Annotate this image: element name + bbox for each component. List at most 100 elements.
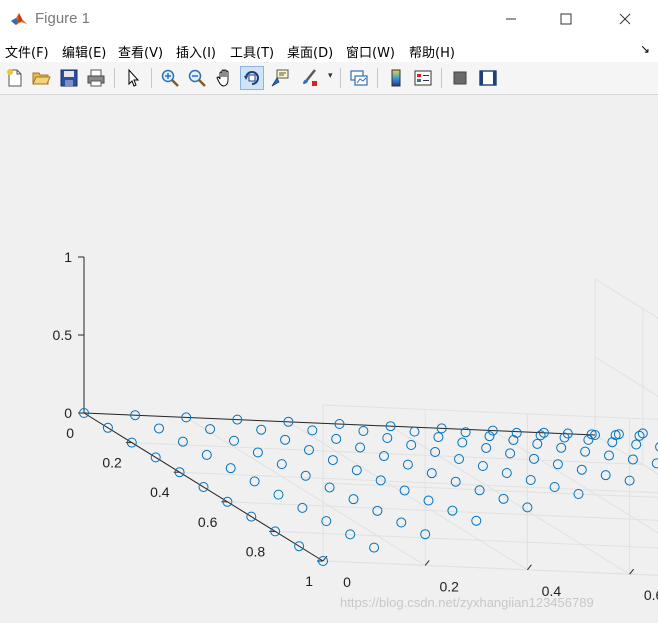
data-point[interactable] — [249, 476, 260, 487]
data-point[interactable] — [426, 468, 437, 479]
data-point[interactable] — [406, 440, 417, 450]
show-plot-tools-button[interactable] — [476, 66, 500, 90]
data-point[interactable] — [154, 423, 164, 434]
rotate-3d-button[interactable] — [240, 66, 264, 90]
menu-insert[interactable]: 插入(I) — [176, 42, 216, 61]
menu-desktop[interactable]: 桌面(D) — [287, 42, 333, 61]
data-point[interactable] — [351, 465, 362, 476]
menu-file[interactable]: 文件(F) — [5, 42, 49, 61]
legend-icon — [414, 70, 432, 86]
data-point[interactable] — [379, 451, 389, 462]
data-point[interactable] — [501, 468, 512, 478]
print-button[interactable] — [84, 66, 108, 90]
minimize-button[interactable] — [488, 0, 534, 38]
zoom-out-button[interactable] — [185, 66, 209, 90]
zoom-in-icon — [161, 69, 179, 87]
grid-line — [185, 416, 426, 566]
brush-button[interactable] — [297, 66, 321, 90]
edit-plot-icon — [128, 68, 140, 87]
new-figure-icon — [7, 69, 22, 87]
data-point[interactable] — [372, 505, 383, 516]
data-point[interactable] — [382, 433, 393, 443]
data-point[interactable] — [324, 482, 335, 493]
title-bar[interactable]: Figure 1 — [0, 0, 658, 38]
zoom-in-button[interactable] — [158, 66, 182, 90]
data-point[interactable] — [532, 438, 543, 449]
data-point[interactable] — [358, 426, 369, 436]
menu-help[interactable]: 帮助(H) — [409, 42, 455, 61]
grid-line — [322, 560, 658, 576]
brush-dropdown-arrow-icon[interactable]: ▾ — [328, 71, 333, 81]
menu-window[interactable]: 窗口(W) — [346, 42, 395, 61]
data-point[interactable] — [348, 494, 359, 505]
data-point[interactable] — [631, 439, 642, 450]
data-point[interactable] — [201, 449, 212, 460]
data-point[interactable] — [454, 454, 464, 464]
menu-tools[interactable]: 工具(T) — [230, 42, 274, 61]
data-point[interactable] — [396, 517, 407, 528]
legend-button[interactable] — [411, 66, 435, 90]
data-point[interactable] — [229, 435, 239, 446]
colorbar-button[interactable] — [384, 66, 408, 90]
data-point[interactable] — [256, 424, 267, 435]
open-file-button[interactable] — [29, 66, 53, 90]
edit-plot-button[interactable] — [121, 66, 145, 90]
link-plot-button[interactable] — [347, 66, 371, 90]
data-point[interactable] — [651, 458, 658, 469]
data-point[interactable] — [549, 482, 560, 492]
y-tick-label: 1 — [305, 573, 313, 589]
data-point[interactable] — [225, 463, 236, 474]
colorbar-icon — [391, 69, 401, 87]
data-point[interactable] — [280, 434, 291, 445]
y-tick-label: 0.2 — [102, 455, 122, 471]
x-tick — [629, 568, 634, 575]
scatter3-plot[interactable]: 00.20.40.60.8100.20.40.60.8100.51 — [0, 95, 658, 623]
grid-line — [275, 530, 658, 549]
data-point[interactable] — [327, 455, 338, 466]
y-axis-line — [83, 412, 324, 562]
data-point[interactable] — [471, 515, 482, 526]
save-button[interactable] — [57, 66, 81, 90]
grid-line — [179, 471, 658, 494]
data-point[interactable] — [604, 450, 614, 461]
data-point[interactable] — [477, 461, 488, 471]
data-point[interactable] — [511, 427, 522, 438]
data-point[interactable] — [450, 476, 461, 487]
new-figure-button[interactable] — [3, 66, 27, 90]
data-point[interactable] — [580, 446, 591, 457]
data-cursor-button[interactable] — [268, 66, 292, 90]
menu-edit[interactable]: 编辑(E) — [62, 42, 106, 61]
data-point[interactable] — [576, 464, 587, 475]
brush-icon — [303, 69, 317, 86]
data-point[interactable] — [273, 489, 284, 500]
grid-line — [594, 356, 658, 397]
menu-view[interactable]: 查看(V) — [118, 42, 163, 61]
hide-plot-tools-button[interactable] — [448, 66, 472, 90]
data-point[interactable] — [331, 433, 342, 444]
maximize-button[interactable] — [543, 0, 589, 38]
data-point[interactable] — [402, 459, 413, 470]
data-point[interactable] — [600, 470, 611, 481]
pan-button[interactable] — [213, 66, 237, 90]
dock-arrow-icon[interactable]: ↘ — [640, 42, 650, 56]
figure-toolbar: ▾ — [0, 62, 658, 95]
hide-plot-tools-icon — [453, 71, 467, 85]
y-tick-label: 0.4 — [150, 484, 170, 500]
data-point[interactable] — [409, 426, 420, 437]
data-point[interactable] — [433, 432, 444, 443]
data-point[interactable] — [252, 447, 263, 458]
data-point[interactable] — [307, 425, 318, 436]
data-point[interactable] — [447, 505, 458, 516]
data-point[interactable] — [276, 459, 287, 470]
data-point[interactable] — [505, 448, 516, 459]
data-point[interactable] — [355, 442, 366, 453]
watermark-text: https://blog.csdn.net/zyxhangiian1234567… — [340, 595, 594, 610]
link-plot-icon — [350, 70, 368, 86]
data-point[interactable] — [457, 437, 468, 448]
data-cursor-icon — [271, 69, 289, 87]
data-point[interactable] — [556, 442, 567, 453]
data-point[interactable] — [481, 442, 492, 453]
data-point[interactable] — [369, 542, 380, 553]
data-point[interactable] — [300, 470, 311, 481]
close-button[interactable] — [602, 0, 648, 38]
